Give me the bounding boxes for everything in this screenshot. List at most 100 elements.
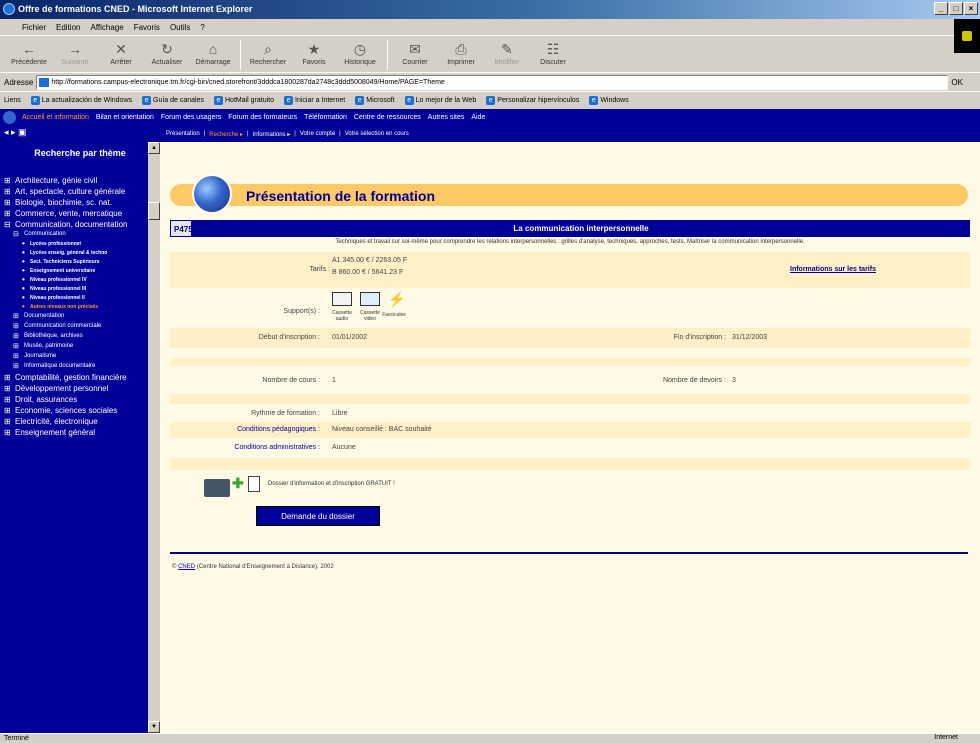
scroll-thumb[interactable] bbox=[148, 202, 160, 220]
go-button[interactable]: OK bbox=[951, 78, 963, 87]
sidebar-item[interactable]: Communication bbox=[4, 231, 146, 238]
tarif-a: A1 345.00 € / 2263.05 F bbox=[332, 257, 408, 264]
forward-button[interactable]: → Suivante bbox=[54, 38, 96, 72]
sidebar-item[interactable]: Sect. Techniciens Supérieurs bbox=[4, 259, 146, 265]
menu-favoris[interactable]: Favoris bbox=[134, 23, 160, 32]
cours-value: 1 bbox=[332, 377, 336, 384]
discuss-icon: ☷ bbox=[546, 41, 560, 57]
menu-fichier[interactable]: Fichier bbox=[22, 23, 46, 32]
menu-help[interactable]: ? bbox=[200, 23, 204, 32]
debut-value: 01/01/2002 bbox=[332, 334, 368, 341]
sidebar-item[interactable]: Biologie, biochimie, sc. nat. bbox=[4, 198, 146, 207]
address-label: Adresse bbox=[4, 77, 34, 87]
sidebar-item[interactable]: Commerce, vente, mercatique bbox=[4, 209, 146, 218]
nav-accueil[interactable]: Accueil et information bbox=[22, 114, 89, 121]
sidebar-item[interactable]: Communication, documentation bbox=[4, 220, 146, 229]
sidebar-item[interactable]: Journalisme bbox=[4, 353, 146, 360]
close-button[interactable]: × bbox=[964, 2, 978, 15]
document-icon bbox=[248, 476, 260, 492]
maximize-button[interactable]: □ bbox=[949, 2, 963, 15]
link-item[interactable]: Iniciar a Internet bbox=[284, 96, 345, 105]
nav-centre-ressources[interactable]: Centre de ressources bbox=[354, 114, 421, 121]
site-top-nav: Accueil et information Bilan et orientat… bbox=[0, 109, 980, 126]
nav-autres-sites[interactable]: Autres sites bbox=[428, 114, 465, 121]
sidebar-item[interactable]: Droit, assurances bbox=[4, 395, 146, 404]
link-item[interactable]: Lo mejor de la Web bbox=[405, 96, 477, 105]
link-item[interactable]: Microsoft bbox=[355, 96, 394, 105]
sidebar-item[interactable]: Bibliothèque, archives bbox=[4, 333, 146, 340]
nav-aide[interactable]: Aide bbox=[471, 114, 485, 121]
sidebar-item[interactable]: Comptabilité, gestion financière bbox=[4, 373, 146, 382]
minimize-button[interactable]: _ bbox=[934, 2, 948, 15]
sidebar-item[interactable]: Art, spectacle, culture générale bbox=[4, 187, 146, 196]
search-button[interactable]: ⌕ Rechercher bbox=[247, 38, 289, 72]
link-item[interactable]: Personalizar hipervínculos bbox=[486, 96, 579, 105]
back-icon: ← bbox=[22, 41, 36, 57]
sidebar-item[interactable]: Enseignement général bbox=[4, 428, 146, 437]
sidebar-item[interactable]: Informatique documentaire bbox=[4, 363, 146, 370]
nav-forum-formateurs[interactable]: Forum des formateurs bbox=[228, 114, 297, 121]
history-button[interactable]: ◷ Historique bbox=[339, 38, 381, 72]
sidebar-item[interactable]: Documentation bbox=[4, 313, 146, 320]
toolbar: ← Précédente → Suivante ✕ Arrêter ↻ Actualis… bbox=[0, 36, 954, 72]
course-description: Techniques et travail sur soi-même pour … bbox=[335, 239, 805, 245]
fin-value: 31/12/2003 bbox=[732, 334, 768, 341]
sidebar-item[interactable]: Lycées professionnel bbox=[4, 241, 146, 247]
sidebar-item[interactable]: Niveau professionnel IV bbox=[4, 277, 146, 283]
sidebar-item[interactable]: Economie, sciences sociales bbox=[4, 406, 146, 415]
menu-edition[interactable]: Edition bbox=[56, 23, 80, 32]
sidebar-item[interactable]: Enseignement universitaire bbox=[4, 268, 146, 274]
footer: © CNED (Centre National d'Enseignement à… bbox=[172, 564, 334, 570]
print-icon: ⎙ bbox=[455, 41, 467, 57]
menu-outils[interactable]: Outils bbox=[170, 23, 190, 32]
sidebar-item[interactable]: Musée, patrimoine bbox=[4, 343, 146, 350]
home-button[interactable]: ⌂ Démarrage bbox=[192, 38, 234, 72]
link-item[interactable]: La actualización de Windows bbox=[31, 96, 132, 105]
cned-link[interactable]: CNED bbox=[178, 564, 195, 570]
address-input[interactable]: http://formations.campus-electronique.tm… bbox=[36, 74, 949, 90]
scroll-up-icon[interactable]: ▲ bbox=[148, 142, 160, 154]
refresh-button[interactable]: ↻ Actualiser bbox=[146, 38, 188, 72]
print-button[interactable]: ⎙ Imprimer bbox=[440, 38, 482, 72]
link-item[interactable]: Windows bbox=[589, 96, 628, 105]
request-dossier-button[interactable]: Demande du dossier bbox=[256, 506, 380, 526]
cours-label: Nombre de cours : bbox=[262, 377, 320, 384]
menu-affichage[interactable]: Affichage bbox=[90, 23, 123, 32]
back-button[interactable]: ← Précédente bbox=[8, 38, 50, 72]
link-item[interactable]: Guía de canales bbox=[142, 96, 204, 105]
ie-icon bbox=[3, 3, 15, 15]
subnav-recherche[interactable]: Recherche ▸ bbox=[209, 131, 243, 138]
subnav-compte[interactable]: Votre compte bbox=[300, 131, 335, 137]
sidebar-item[interactable]: Architecture, génie civil bbox=[4, 176, 146, 185]
mail-button[interactable]: ✉ Courrier bbox=[394, 38, 436, 72]
status-text: Terminé bbox=[4, 735, 29, 742]
sidebar-item[interactable]: Niveau professionnel III bbox=[4, 286, 146, 292]
nav-bilan[interactable]: Bilan et orientation bbox=[96, 114, 154, 121]
nav-teleformation[interactable]: Téléformation bbox=[304, 114, 347, 121]
stop-button[interactable]: ✕ Arrêter bbox=[100, 38, 142, 72]
nav-forum-usagers[interactable]: Forum des usagers bbox=[161, 114, 221, 121]
subnav-presentation[interactable]: Présentation bbox=[166, 131, 200, 137]
video-cassette-icon bbox=[360, 292, 380, 306]
sidebar-item[interactable]: Communication commerciale bbox=[4, 323, 146, 330]
stop-icon: ✕ bbox=[115, 41, 127, 57]
subnav-informations[interactable]: Informations ▸ bbox=[253, 131, 291, 138]
browser-viewport: Accueil et information Bilan et orientat… bbox=[0, 109, 980, 733]
sidebar-item[interactable]: Niveau professionnel II bbox=[4, 295, 146, 301]
discuss-button[interactable]: ☷ Discuter bbox=[532, 38, 574, 72]
sidebar-item[interactable]: Electricité, électronique bbox=[4, 417, 146, 426]
sidebar-item[interactable]: Développement personnel bbox=[4, 384, 146, 393]
nav-arrows-icon[interactable]: ◂ ▸ ▣ bbox=[4, 127, 27, 138]
sidebar-scrollbar[interactable]: ▲ ▼ bbox=[148, 142, 160, 733]
sidebar-item[interactable]: Autres niveaux non précisés bbox=[4, 304, 146, 310]
status-bar: Terminé Internet bbox=[0, 733, 980, 743]
edit-button[interactable]: ✎ Modifier bbox=[486, 38, 528, 72]
rythme-label: Rythme de formation : bbox=[251, 410, 320, 417]
tarifs-info-link[interactable]: Informations sur les tarifs bbox=[790, 266, 876, 273]
sidebar-item[interactable]: Lycées enseig. général & techno bbox=[4, 250, 146, 256]
link-item[interactable]: HotMail gratuito bbox=[214, 96, 274, 105]
scroll-down-icon[interactable]: ▼ bbox=[148, 721, 160, 733]
subnav-selection[interactable]: Votre sélection en cours bbox=[345, 131, 409, 137]
favorites-button[interactable]: ★ Favoris bbox=[293, 38, 335, 72]
mail-icon: ✉ bbox=[409, 41, 421, 57]
